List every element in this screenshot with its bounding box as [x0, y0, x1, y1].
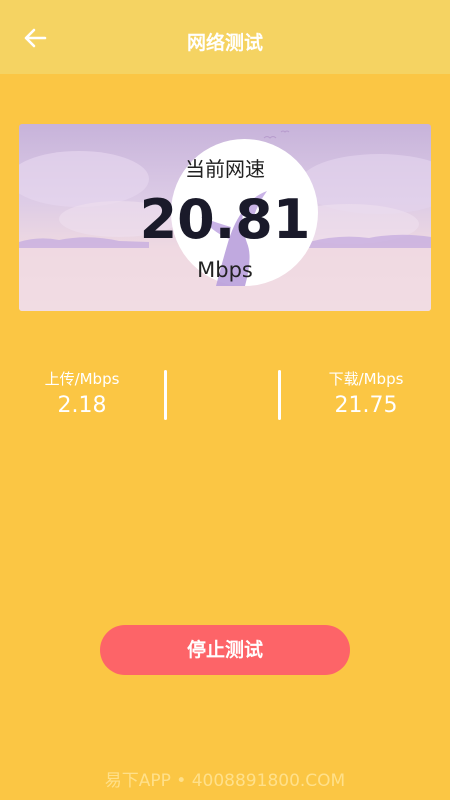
download-label: 下载/Mbps	[328, 370, 404, 388]
upload-value: 2.18	[57, 393, 107, 418]
watermark-text: 易下APP • 4008891800.COM	[104, 771, 346, 791]
top-bar: 网络测试	[0, 0, 450, 74]
speed-label: 当前网速	[185, 157, 265, 181]
download-stat: 下载/Mbps 21.75	[314, 368, 418, 418]
speed-unit: Mbps	[197, 258, 253, 282]
stat-divider-right	[278, 370, 281, 420]
upload-label: 上传/Mbps	[44, 370, 120, 388]
upload-stat: 上传/Mbps 2.18	[30, 368, 134, 418]
stop-test-button[interactable]: 停止测试	[100, 625, 350, 675]
page-title: 网络测试	[186, 32, 263, 54]
stat-divider-left	[164, 370, 167, 420]
download-value: 21.75	[334, 393, 398, 418]
speed-value: 20.81	[139, 188, 311, 251]
